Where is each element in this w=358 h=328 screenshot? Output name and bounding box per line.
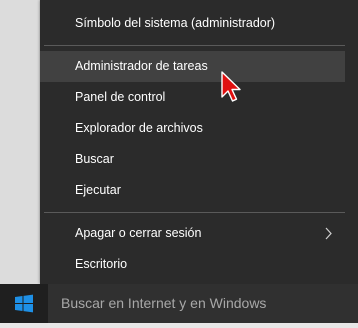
menu-item-file-explorer[interactable]: Explorador de archivos — [40, 113, 345, 144]
menu-item-command-prompt-admin[interactable]: Símbolo del sistema (administrador) — [40, 8, 345, 39]
menu-item-shutdown-signout[interactable]: Apagar o cerrar sesión — [40, 218, 345, 249]
desktop-background: Símbolo del sistema (administrador) Admi… — [0, 0, 358, 323]
chevron-right-icon — [325, 227, 332, 240]
menu-item-label: Símbolo del sistema (administrador) — [75, 16, 276, 30]
menu-item-label: Panel de control — [75, 90, 166, 104]
menu-item-control-panel[interactable]: Panel de control — [40, 82, 345, 113]
taskbar: Buscar en Internet y en Windows — [0, 284, 358, 323]
menu-item-desktop[interactable]: Escritorio — [40, 249, 345, 280]
menu-item-search[interactable]: Buscar — [40, 144, 345, 175]
menu-item-run[interactable]: Ejecutar — [40, 175, 345, 206]
menu-item-task-manager[interactable]: Administrador de tareas — [40, 51, 345, 82]
start-button[interactable] — [0, 284, 48, 323]
search-placeholder: Buscar en Internet y en Windows — [61, 295, 267, 311]
taskbar-search-box[interactable]: Buscar en Internet y en Windows — [48, 284, 358, 323]
menu-item-label: Ejecutar — [75, 183, 121, 197]
desktop-left-area — [0, 0, 40, 284]
menu-item-label: Administrador de tareas — [75, 59, 208, 73]
menu-separator — [44, 45, 345, 46]
menu-separator — [44, 212, 345, 213]
menu-item-label: Buscar — [75, 152, 114, 166]
menu-item-label: Escritorio — [75, 257, 128, 271]
winx-context-menu: Símbolo del sistema (administrador) Admi… — [40, 0, 358, 284]
windows-logo-icon — [15, 294, 33, 313]
menu-item-label: Explorador de archivos — [75, 121, 203, 135]
menu-item-label: Apagar o cerrar sesión — [75, 226, 202, 240]
